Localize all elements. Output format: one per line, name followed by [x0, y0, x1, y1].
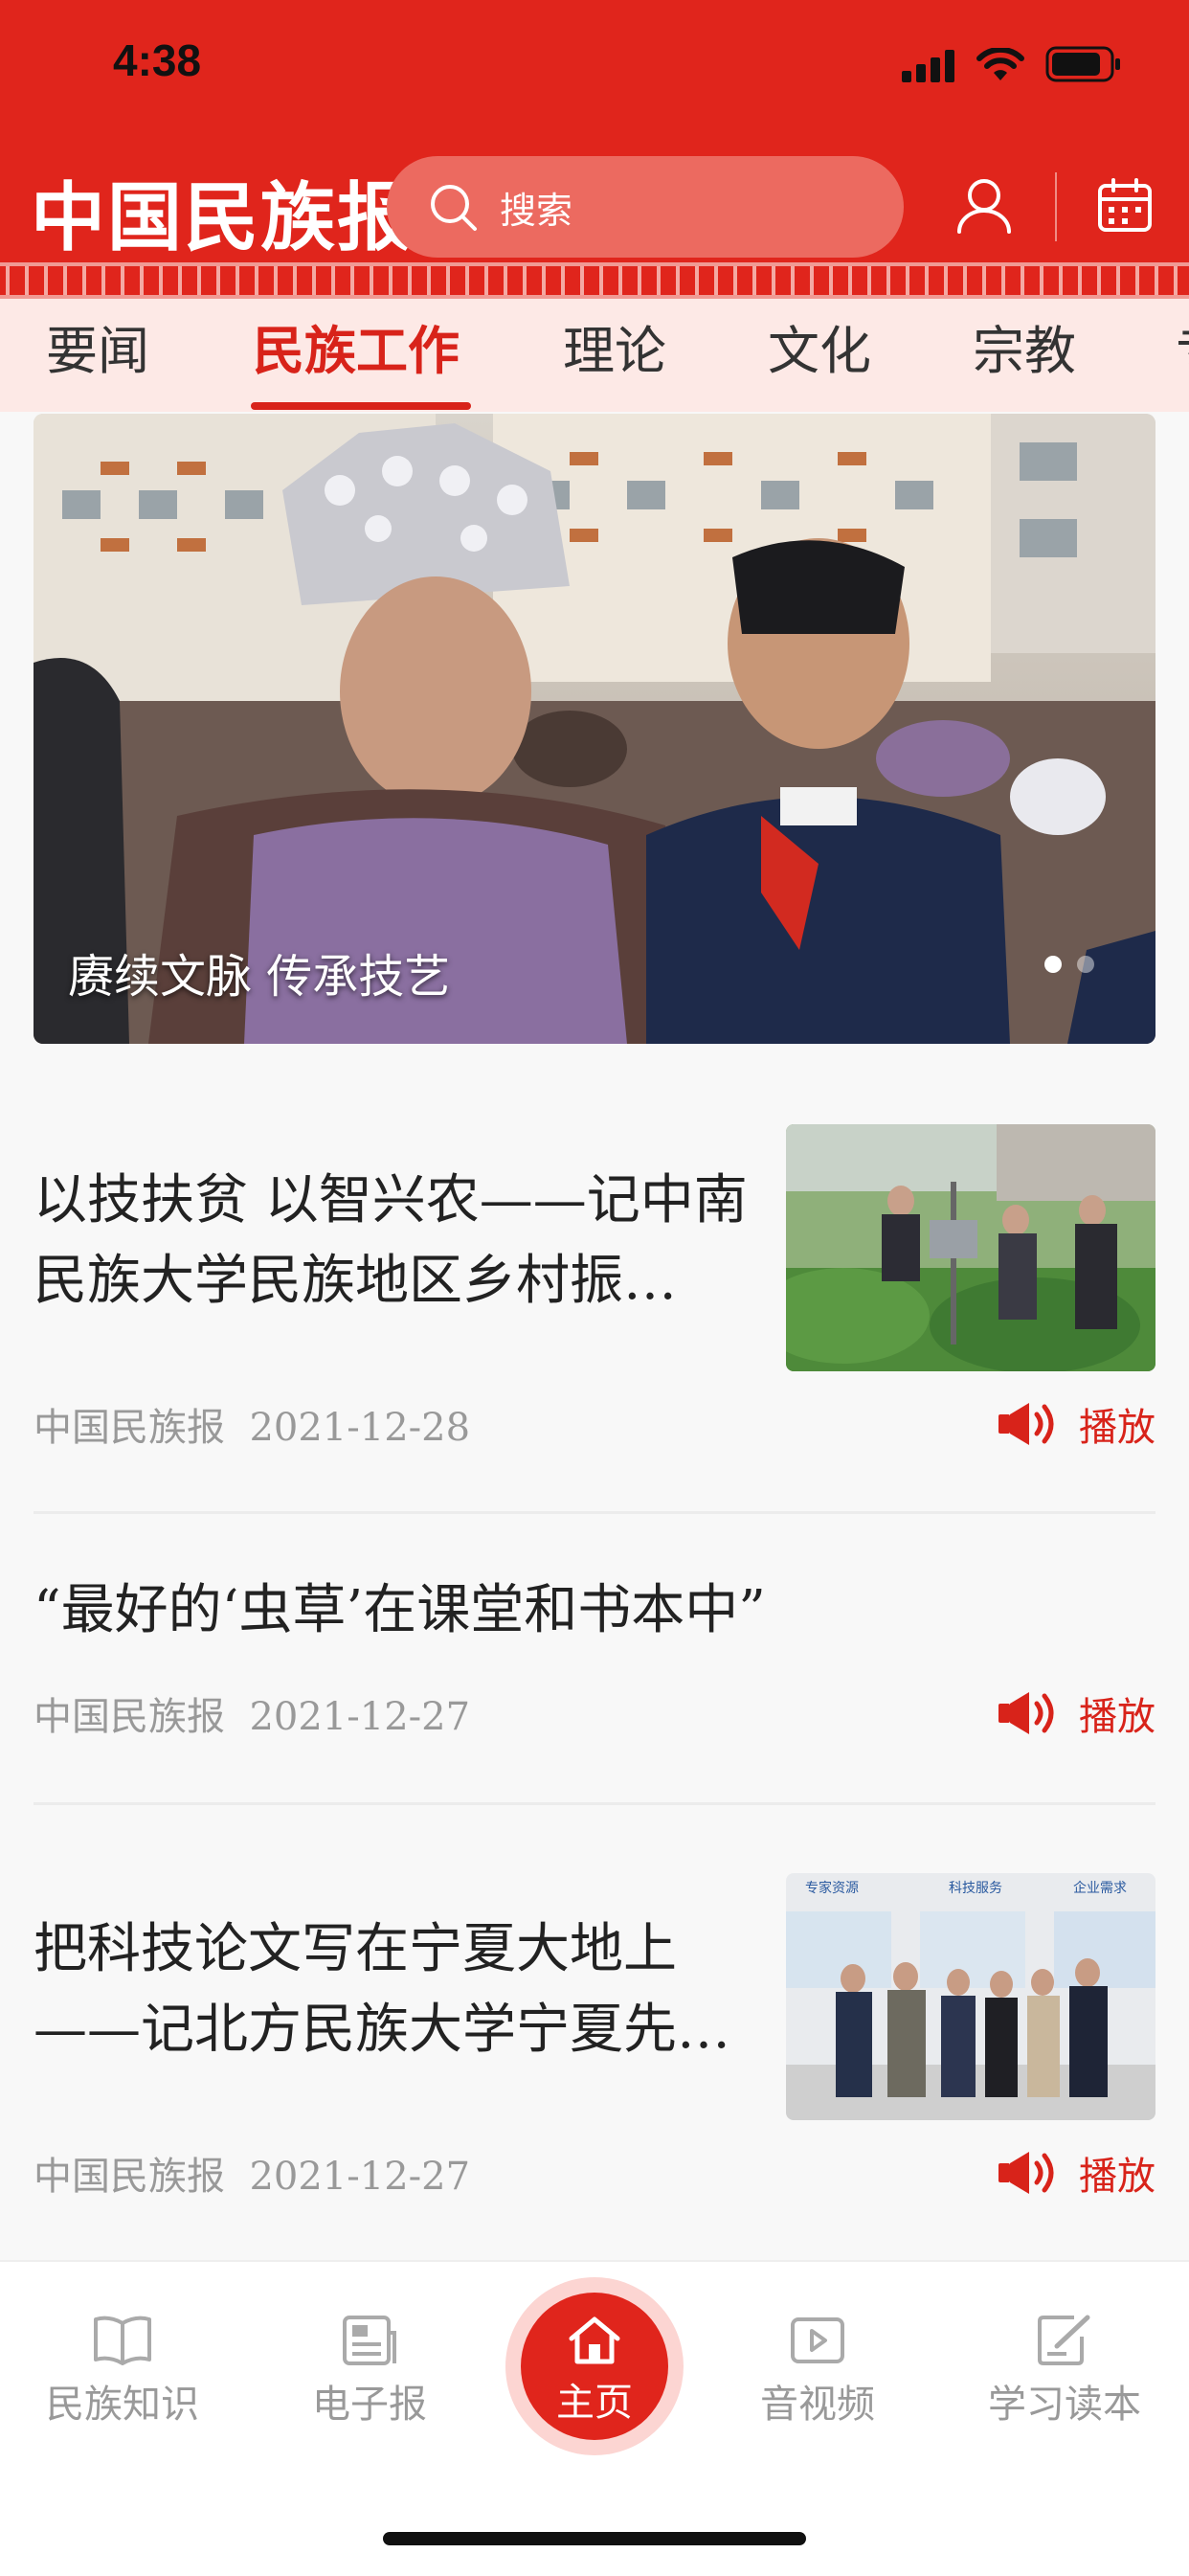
status-time: 4:38 — [113, 35, 202, 85]
tab-lilun[interactable]: 理论 — [563, 299, 666, 412]
search-placeholder: 搜索 — [500, 189, 573, 232]
nav-xuexi-duben[interactable]: 学习读本 — [969, 2314, 1160, 2429]
article-meta: 中国民族报 2021-12-27 — [34, 2145, 470, 2201]
article-source: 中国民族报 — [34, 1695, 225, 1739]
category-tabs: 要闻 民族工作 理论 文化 宗教 专 — [0, 299, 1189, 412]
featured-banner[interactable]: 赓续文脉 传承技艺 — [34, 414, 1155, 1044]
article-date: 2021-12-28 — [249, 1406, 471, 1450]
app-header: 4:38 中国民族报 搜索 — [0, 0, 1189, 299]
speaker-icon — [998, 1692, 1054, 1734]
calendar-icon[interactable] — [1097, 178, 1153, 234]
tab-zongjiao[interactable]: 宗教 — [973, 299, 1076, 412]
speaker-icon — [998, 1403, 1054, 1445]
nav-label: 民族知识 — [46, 2383, 199, 2427]
nav-minzu-zhishi[interactable]: 民族知识 — [27, 2314, 218, 2429]
user-icon[interactable] — [953, 174, 1015, 236]
tab-partial[interactable]: 专 — [1176, 299, 1189, 412]
article-meta: 中国民族报 2021-12-28 — [34, 1396, 470, 1452]
thumb-label: 企业需求 — [1073, 1880, 1127, 1896]
status-icons — [902, 44, 1122, 82]
battery-icon — [1045, 46, 1120, 82]
signal-icon — [902, 50, 954, 82]
home-indicator — [383, 2532, 806, 2545]
carousel-dot[interactable] — [1077, 956, 1094, 973]
search-icon — [431, 185, 477, 231]
nav-yinshipin[interactable]: 音视频 — [722, 2314, 913, 2429]
article-source: 中国民族报 — [34, 1406, 225, 1450]
play-label: 播放 — [1079, 1406, 1155, 1450]
video-icon — [791, 2317, 844, 2363]
wifi-icon — [976, 48, 1024, 80]
article-thumbnail — [786, 1124, 1155, 1371]
article-title: 以技扶贫 以智兴农——记中南民族大学民族地区乡村振… — [34, 1169, 748, 1312]
article-date: 2021-12-27 — [249, 1695, 471, 1739]
header-divider — [1055, 172, 1057, 241]
speaker-icon — [998, 2152, 1054, 2194]
article-item[interactable]: “最好的‘虫草’在课堂和书本中” 中国民族报 2021-12-27 播放 — [34, 1570, 1155, 1743]
article-title: 把科技论文写在宁夏大地上——记北方民族大学宁夏先… — [34, 1918, 730, 2061]
play-button[interactable]: 播放 — [997, 1396, 1155, 1452]
book-icon — [94, 2316, 151, 2365]
edit-icon — [1038, 2315, 1090, 2365]
nav-home[interactable]: 主页 — [521, 2293, 668, 2440]
divider — [34, 1511, 1155, 1514]
thumb-label: 专家资源 — [805, 1880, 859, 1896]
newspaper-icon — [343, 2316, 396, 2365]
nav-label: 电子报 — [312, 2383, 427, 2427]
article-thumbnail: 专家资源 科技服务 企业需求 — [786, 1873, 1155, 2120]
tab-wenhua[interactable]: 文化 — [768, 299, 871, 412]
search-bar[interactable]: 搜索 — [387, 156, 904, 258]
app-logo: 中国民族报 — [31, 174, 415, 261]
article-title: “最好的‘虫草’在课堂和书本中” — [34, 1579, 766, 1641]
decorative-border — [0, 262, 1189, 299]
play-label: 播放 — [1079, 1695, 1155, 1739]
tab-yaowen[interactable]: 要闻 — [46, 299, 149, 412]
thumb-label: 科技服务 — [949, 1881, 1002, 1896]
play-label: 播放 — [1079, 2155, 1155, 2199]
nav-label: 学习读本 — [988, 2383, 1141, 2427]
article-item[interactable]: 把科技论文写在宁夏大地上——记北方民族大学宁夏先… 专家资源 科技服务 企业需求… — [34, 1873, 1155, 2199]
nav-label: 音视频 — [760, 2383, 875, 2427]
nav-dianzibao[interactable]: 电子报 — [274, 2314, 465, 2429]
tab-minzu-gongzuo[interactable]: 民族工作 — [253, 299, 460, 412]
carousel-dot-active[interactable] — [1044, 956, 1062, 973]
play-button[interactable]: 播放 — [997, 2145, 1155, 2201]
article-meta: 中国民族报 2021-12-27 — [34, 1685, 470, 1741]
play-button[interactable]: 播放 — [997, 1685, 1155, 1741]
article-source: 中国民族报 — [34, 2155, 225, 2199]
home-icon — [569, 2316, 620, 2364]
article-item[interactable]: 以技扶贫 以智兴农——记中南民族大学民族地区乡村振… 中国民族报 2021-12… — [34, 1122, 1155, 1450]
divider — [34, 1802, 1155, 1805]
active-tab-indicator — [251, 402, 471, 410]
banner-caption: 赓续文脉 传承技艺 — [68, 950, 451, 1004]
nav-label: 主页 — [556, 2381, 633, 2425]
article-date: 2021-12-27 — [249, 2155, 471, 2199]
